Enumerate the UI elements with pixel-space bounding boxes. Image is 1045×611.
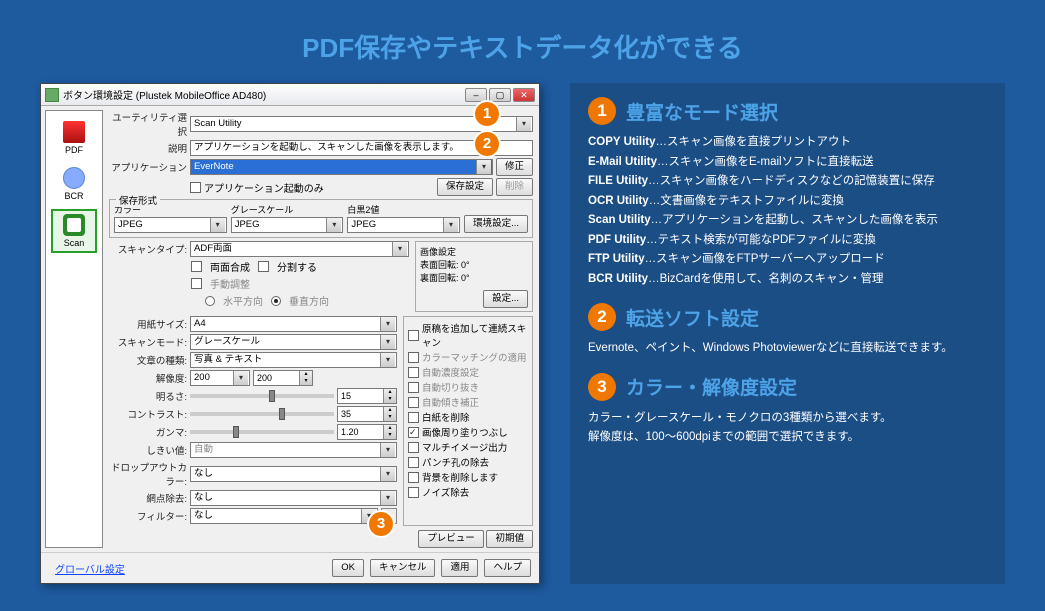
threshold-select[interactable]: 自動 — [190, 442, 397, 458]
pdf-icon — [63, 121, 85, 143]
scanmode-select[interactable]: グレースケール — [190, 334, 397, 350]
desc-label: 説明 — [109, 141, 187, 155]
image-setting-button[interactable]: 設定... — [483, 290, 528, 308]
maximize-button[interactable]: ▢ — [489, 88, 511, 102]
help-button[interactable]: ヘルプ — [484, 559, 531, 577]
section-2-body: Evernote、ペイント、Windows Photoviewerなどに直接転送… — [588, 339, 987, 359]
paper-select[interactable]: A4 — [190, 316, 397, 332]
section-3-body: カラー・グレースケール・モノクロの3種類から選べます。 解像度は、100〜600… — [588, 409, 987, 448]
close-button[interactable]: ✕ — [513, 88, 535, 102]
contrast-slider[interactable] — [190, 412, 334, 416]
callout-1: 1 — [475, 102, 499, 126]
punch-checkbox[interactable] — [408, 457, 419, 468]
delete-button[interactable]: 削除 — [496, 178, 533, 196]
sidebar-item-scan[interactable]: Scan — [51, 209, 97, 253]
info-panel: 1 豊富なモード選択 COPY Utility…スキャン画像を直接プリントアウト… — [570, 83, 1005, 584]
cont-scan-checkbox[interactable] — [408, 330, 419, 341]
gamma-slider[interactable] — [190, 430, 334, 434]
app-label: アプリケーション — [109, 160, 187, 174]
color-format-select[interactable]: JPEG — [114, 217, 227, 233]
gray-format-select[interactable]: JPEG — [231, 217, 344, 233]
settings-window: ボタン環境設定 (Plustek MobileOffice AD480) – ▢… — [40, 83, 540, 584]
section-1-num: 1 — [588, 97, 616, 125]
scan-icon — [63, 214, 85, 236]
app-icon — [45, 88, 59, 102]
env-setting-button[interactable]: 環境設定... — [464, 215, 528, 233]
callout-3: 3 — [369, 512, 393, 536]
gamma-spin[interactable]: 1.20 — [337, 424, 397, 440]
resolution-select[interactable]: 200 — [190, 370, 250, 386]
sidebar: PDF BCR Scan — [45, 110, 103, 548]
window-title: ボタン環境設定 (Plustek MobileOffice AD480) — [63, 87, 266, 102]
brightness-slider[interactable] — [190, 394, 334, 398]
gray-label: グレースケール — [231, 203, 344, 216]
cancel-button[interactable]: キャンセル — [370, 559, 436, 577]
dropout-select[interactable]: なし — [190, 466, 397, 482]
horiz-radio[interactable] — [205, 296, 215, 306]
moire-select[interactable]: なし — [190, 490, 397, 506]
section-3-title: カラー・解像度設定 — [626, 373, 797, 400]
manual-checkbox[interactable] — [191, 278, 202, 289]
sidebar-item-bcr[interactable]: BCR — [51, 163, 97, 205]
bg-checkbox[interactable] — [408, 472, 419, 483]
auto-crop-checkbox[interactable] — [408, 382, 419, 393]
section-1-title: 豊富なモード選択 — [626, 98, 778, 125]
page-title: PDF保存やテキストデータ化ができる — [0, 0, 1045, 83]
default-button[interactable]: 初期値 — [486, 530, 533, 548]
doctype-select[interactable]: 写真 & テキスト — [190, 352, 397, 368]
auto-dens-checkbox[interactable] — [408, 367, 419, 378]
contrast-spin[interactable]: 35 — [337, 406, 397, 422]
blank-checkbox[interactable] — [408, 412, 419, 423]
imgset-title: 画像設定 — [420, 245, 528, 258]
section-2-title: 転送ソフト設定 — [626, 304, 759, 331]
filter-select[interactable]: なし — [190, 508, 378, 524]
app-only-checkbox[interactable] — [190, 182, 201, 193]
global-setting-link[interactable]: グローバル設定 — [49, 561, 125, 576]
ok-button[interactable]: OK — [332, 559, 364, 577]
apply-button[interactable]: 適用 — [441, 559, 478, 577]
utility-label: ユーティリティ選択 — [109, 110, 187, 138]
noise-checkbox[interactable] — [408, 487, 419, 498]
section-2-num: 2 — [588, 303, 616, 331]
edit-button[interactable]: 修正 — [496, 158, 533, 176]
minimize-button[interactable]: – — [465, 88, 487, 102]
bw-format-select[interactable]: JPEG — [347, 217, 460, 233]
multi-checkbox[interactable] — [408, 442, 419, 453]
save-format-group: 保存形式 カラー JPEG グレースケール JPEG 白黒2値 JPEG — [109, 199, 533, 238]
bw-label: 白黒2値 — [347, 203, 460, 216]
split-checkbox[interactable] — [258, 261, 269, 272]
scantype-select[interactable]: ADF両面 — [190, 241, 409, 257]
vert-radio[interactable] — [271, 296, 281, 306]
fill-checkbox[interactable] — [408, 427, 419, 438]
bcr-icon — [63, 167, 85, 189]
app-only-label: アプリケーション起動のみ — [204, 180, 434, 195]
section-1-body: COPY Utility…スキャン画像を直接プリントアウトE-Mail Util… — [588, 133, 987, 289]
main-pane: 1 2 ユーティリティ選択 Scan Utility 説明 アプリケーションを起… — [107, 106, 539, 552]
color-match-checkbox[interactable] — [408, 352, 419, 363]
section-3-num: 3 — [588, 373, 616, 401]
merge-checkbox[interactable] — [191, 261, 202, 272]
titlebar: ボタン環境設定 (Plustek MobileOffice AD480) – ▢… — [41, 84, 539, 106]
resolution-spin[interactable]: 200 — [253, 370, 313, 386]
application-select[interactable]: EverNote — [190, 159, 493, 175]
callout-2: 2 — [475, 132, 499, 156]
scantype-label: スキャンタイプ: — [109, 242, 187, 256]
save-setting-button[interactable]: 保存設定 — [437, 178, 493, 196]
auto-skew-checkbox[interactable] — [408, 397, 419, 408]
preview-button[interactable]: プレビュー — [418, 530, 484, 548]
brightness-spin[interactable]: 15 — [337, 388, 397, 404]
sidebar-item-pdf[interactable]: PDF — [51, 117, 97, 159]
footer: グローバル設定 OK キャンセル 適用 ヘルプ — [41, 552, 539, 583]
